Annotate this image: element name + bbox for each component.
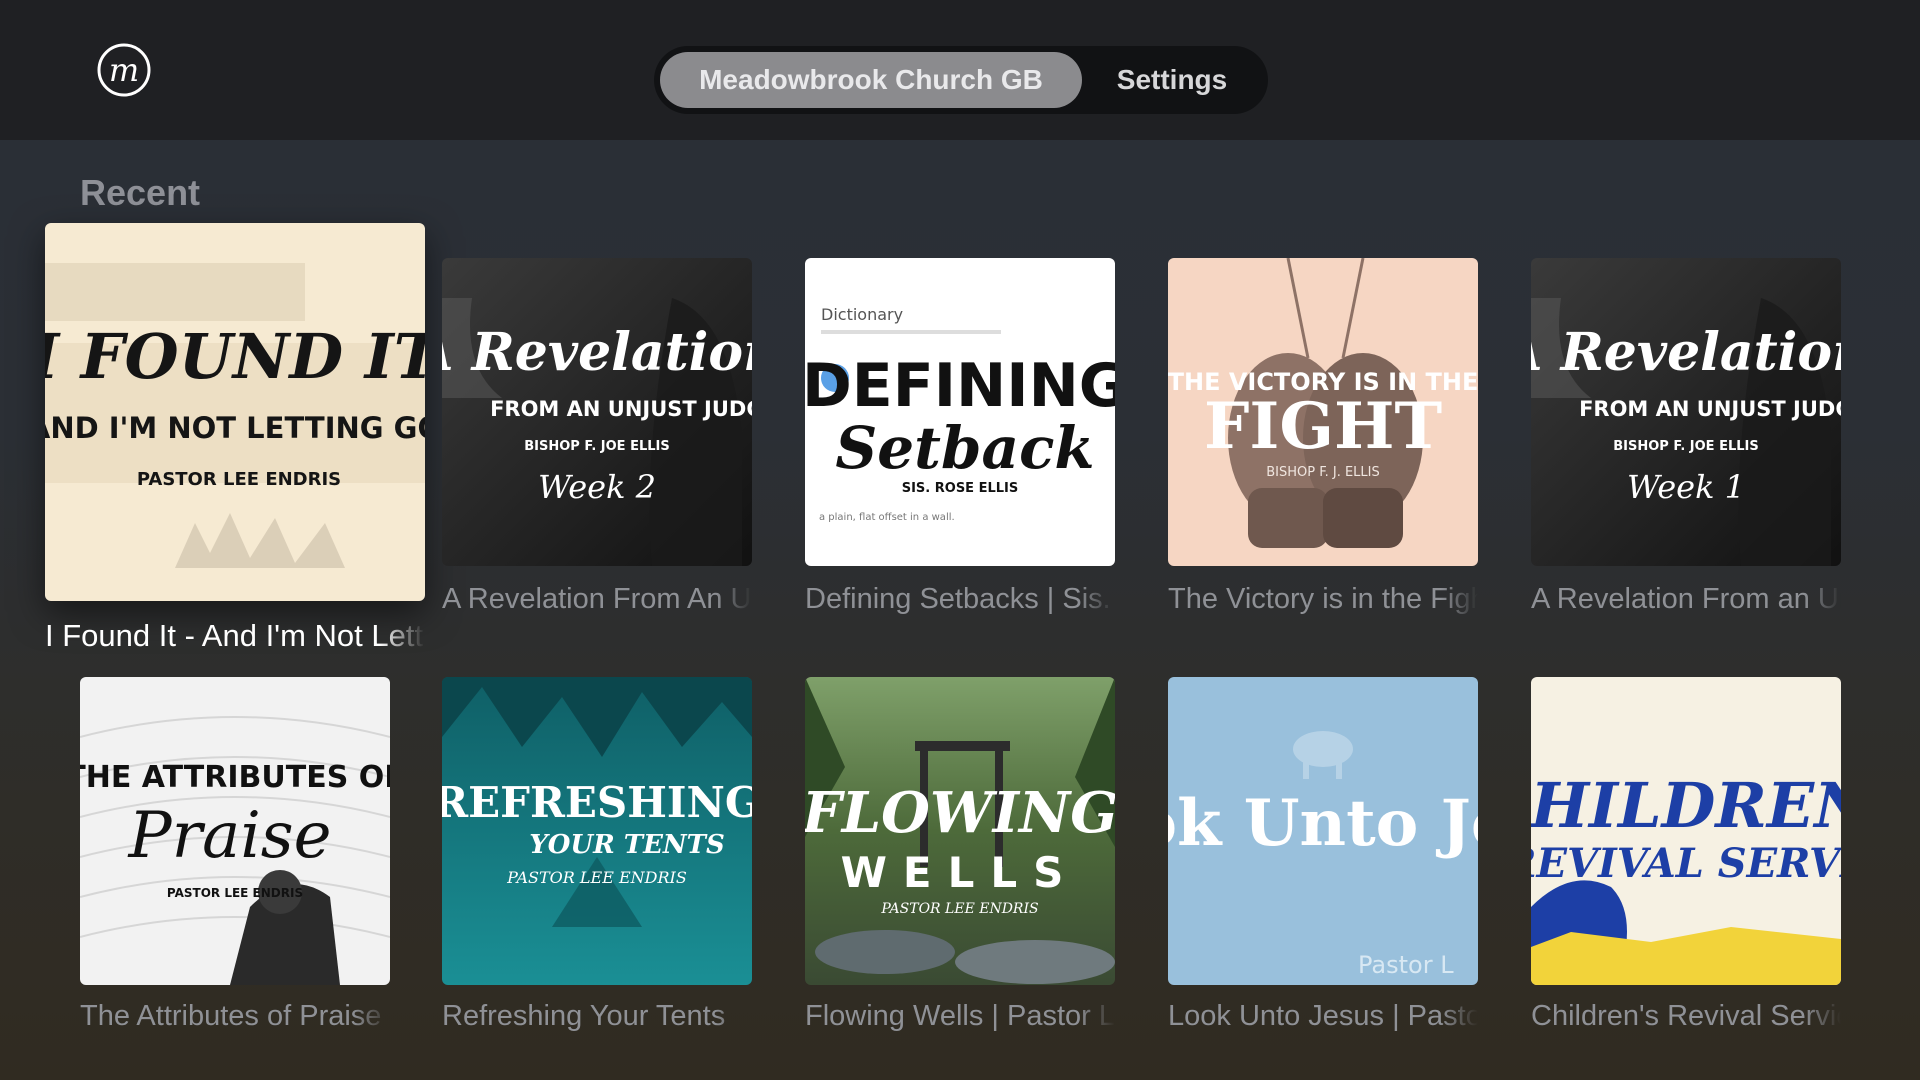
sermon-artwork: CHILDREN REVIVAL SERVI [1531,677,1841,985]
sermon-artwork: I FOUND IT AND I'M NOT LETTING GO PASTOR… [45,223,425,601]
tab-meadowbrook-church-gb[interactable]: Meadowbrook Church GB [660,52,1082,108]
artwork-speaker: PASTOR LEE ENDRIS [506,868,687,887]
sermon-title: A Revelation From an Unjust Judge [1531,583,1841,615]
artwork-subtitle: REVIVAL SERVI [1531,840,1841,887]
artwork-title: A Revelation [1531,322,1841,383]
artwork-subtitle: THE ATTRIBUTES OF [80,760,390,795]
artwork-speaker: PASTOR LEE ENDRIS [880,901,1038,917]
artwork-title: CHILDREN [1531,769,1841,842]
artwork-title: I FOUND IT [45,320,425,393]
artwork-speaker: BISHOP F. J. ELLIS [1266,465,1380,480]
artwork-week: Week 1 [1627,468,1745,506]
artwork-title: REFRESHING [442,778,752,827]
sermon-title: A Revelation From An Unjust Judge [442,583,752,615]
artwork-subtitle: AND I'M NOT LETTING GO [45,411,425,445]
artwork-subtitle: FROM AN UNJUST JUDGE [490,397,752,421]
sermon-artwork: A Revelation FROM AN UNJUST JUDGE BISHOP… [442,258,752,566]
artwork-subtitle: WELLS [841,848,1080,897]
artwork-title: Praise [128,799,332,873]
artwork-title: ok Unto Je [1168,786,1478,861]
artwork-speaker: Pastor L [1358,951,1454,979]
artwork-week: Week 2 [538,468,656,506]
section-title-recent: Recent [80,172,201,213]
artwork-dictionary-label: Dictionary [821,305,903,324]
artwork-title: A Revelation [442,322,752,383]
artwork-speaker: PASTOR LEE ENDRIS [167,886,303,900]
artwork-title: DEFINING [805,351,1115,421]
tab-settings[interactable]: Settings [1082,52,1262,108]
sermon-title: Flowing Wells | Pastor Lee Endris [805,1000,1115,1032]
artwork-speaker: SIS. ROSE ELLIS [902,481,1019,496]
sermon-artwork: A Revelation FROM AN UNJUST JUDGE BISHOP… [1531,258,1841,566]
sermon-title: I Found It - And I'm Not Letting Go [45,618,425,653]
artwork-title: FLOWING [805,780,1115,846]
artwork-title: FIGHT [1204,389,1442,464]
sermon-title: Defining Setbacks | Sis. Rose Ellis [805,583,1115,615]
sermon-artwork: ok Unto Je Pastor L [1168,677,1478,985]
sermon-artwork: REFRESHING YOUR TENTS PASTOR LEE ENDRIS [442,677,752,985]
sermon-artwork: FLOWING WELLS PASTOR LEE ENDRIS [805,677,1115,985]
artwork-speaker: PASTOR LEE ENDRIS [137,469,341,490]
sermon-artwork: Dictionary DEFINING Setback SIS. ROSE EL… [805,258,1115,566]
sermon-artwork: THE ATTRIBUTES OF Praise PASTOR LEE ENDR… [80,677,390,985]
logo-letter: m [109,51,139,89]
church-logo-icon: m [96,42,152,98]
artwork-definition: a plain, flat offset in a wall. [819,512,955,523]
top-bar: m Meadowbrook Church GB Settings [0,0,1920,140]
sermon-title: The Victory is in the Fight [1168,583,1478,615]
sermon-artwork: THE VICTORY IS IN THE FIGHT BISHOP F. J.… [1168,258,1478,566]
artwork-speaker: BISHOP F. JOE ELLIS [1613,439,1758,454]
artwork-subtitle: YOUR TENTS [529,830,725,860]
sermon-title: The Attributes of Praise [80,1000,382,1032]
sermon-title: Refreshing Your Tents [442,1000,726,1032]
sermon-title: Children's Revival Service [1531,1000,1841,1032]
sermon-title: Look Unto Jesus | Pastor Lee Endris [1168,1000,1478,1032]
top-navigation: Meadowbrook Church GB Settings [654,46,1268,114]
artwork-speaker: BISHOP F. JOE ELLIS [524,439,669,454]
artwork-subtitle: FROM AN UNJUST JUDGE [1579,397,1841,421]
artwork-subtitle: Setback [835,414,1094,482]
